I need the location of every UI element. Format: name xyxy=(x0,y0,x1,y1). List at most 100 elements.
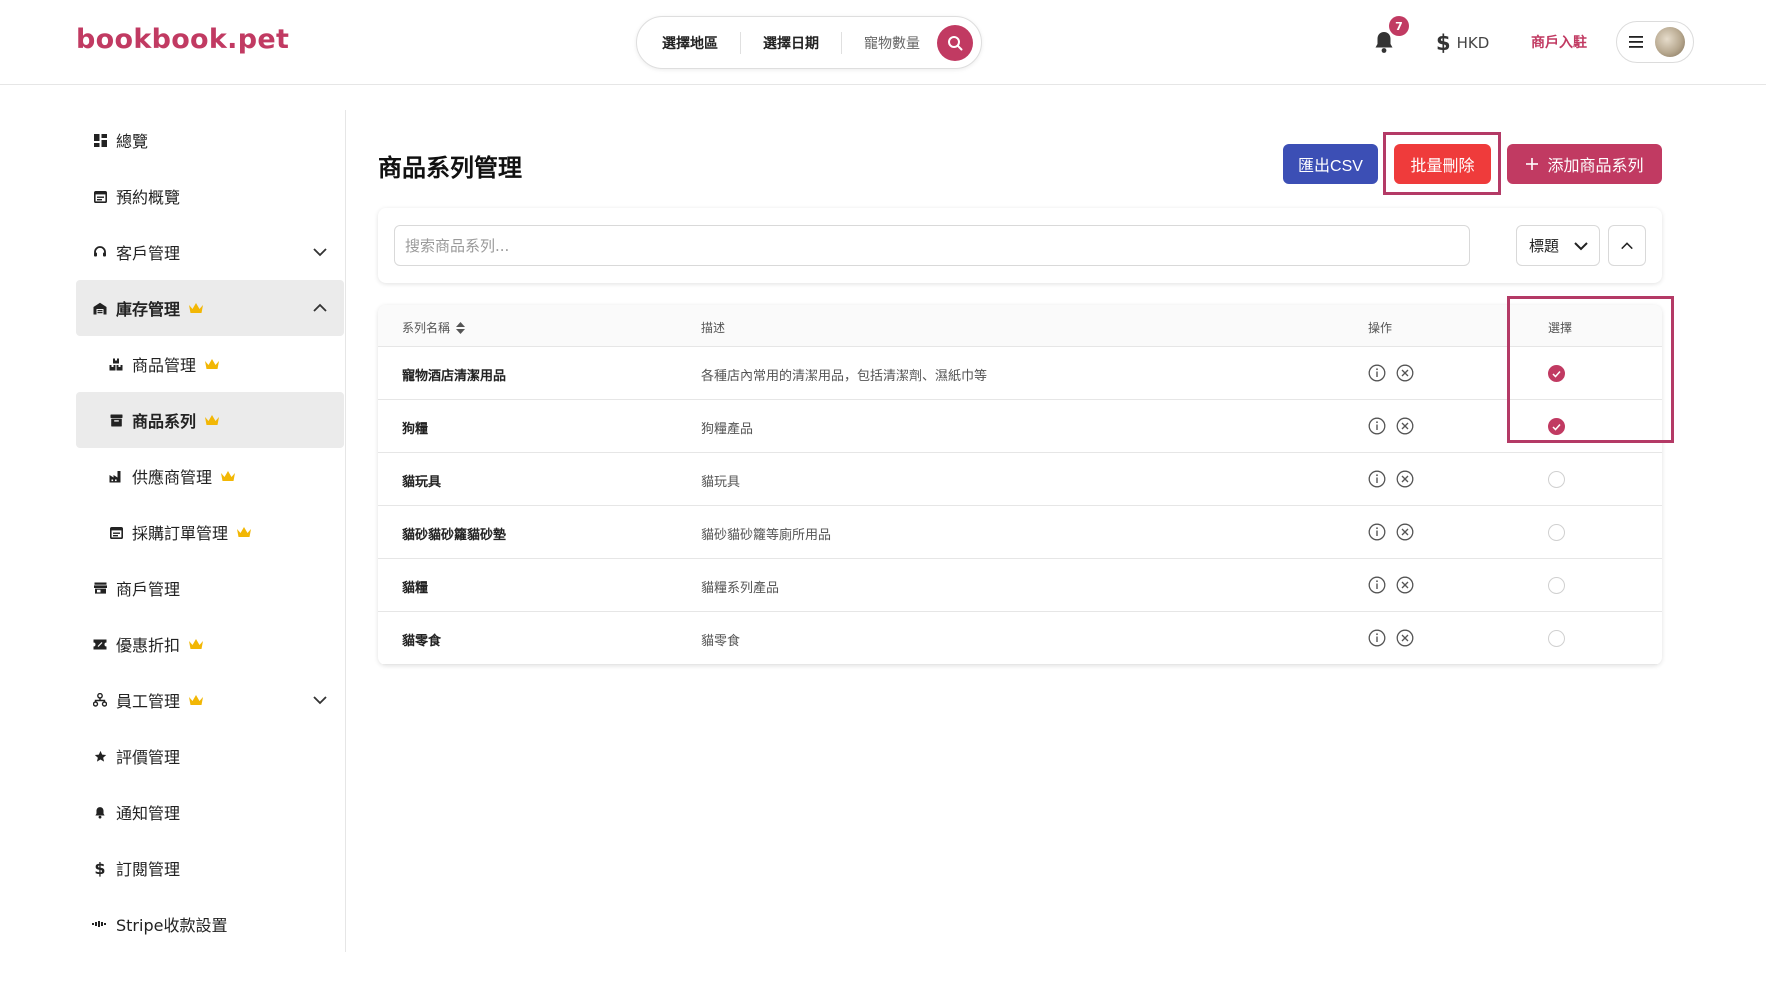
add-series-label: 添加商品系列 xyxy=(1547,158,1644,175)
chevron-up-icon xyxy=(1621,241,1633,249)
merchant-signup-link[interactable]: 商戶入駐 xyxy=(1531,32,1587,52)
series-name: 貓砂貓砂籮貓砂墊 xyxy=(402,528,507,543)
delete-icon[interactable] xyxy=(1396,576,1414,594)
filter-panel: 標題 xyxy=(378,208,1662,283)
sidebar-item-bookings[interactable]: 預約概覽 xyxy=(76,168,344,224)
sidebar-item-customers[interactable]: 客戶管理 xyxy=(76,224,344,280)
series-description: 貓砂貓砂籮等廁所用品 xyxy=(701,528,832,543)
sidebar: 總覽 預約概覽 客戶管理 庫存管理 商品管理 商品系列 供應商管理 採購訂單管理 xyxy=(76,112,344,952)
warehouse-icon xyxy=(92,300,108,316)
info-icon[interactable] xyxy=(1368,417,1386,435)
sidebar-item-subscriptions[interactable]: $ 訂閱管理 xyxy=(76,840,344,896)
row-select-checkbox[interactable] xyxy=(1548,577,1565,594)
sidebar-item-merchant[interactable]: 商戶管理 xyxy=(76,560,344,616)
column-header-actions: 操作 xyxy=(1368,321,1393,335)
row-select-checkbox[interactable] xyxy=(1548,524,1565,541)
series-description: 各種店內常用的清潔用品，包括清潔劑、濕紙巾等 xyxy=(701,369,988,384)
table-row: 貓零食 貓零食 xyxy=(378,612,1662,665)
sidebar-item-inventory[interactable]: 庫存管理 xyxy=(76,280,344,336)
chevron-down-icon xyxy=(1574,242,1588,251)
store-icon xyxy=(92,580,108,596)
delete-icon[interactable] xyxy=(1396,629,1414,647)
series-name: 貓糧 xyxy=(402,581,429,596)
chevron-up-icon[interactable] xyxy=(312,300,328,316)
org-chart-icon xyxy=(92,692,108,708)
row-actions xyxy=(1368,629,1414,647)
info-icon[interactable] xyxy=(1368,523,1386,541)
info-icon[interactable] xyxy=(1368,576,1386,594)
user-menu[interactable] xyxy=(1616,21,1694,63)
sidebar-item-discounts[interactable]: 優惠折扣 xyxy=(76,616,344,672)
series-name: 貓零食 xyxy=(402,634,442,649)
sidebar-item-suppliers[interactable]: 供應商管理 xyxy=(76,448,344,504)
search-input[interactable] xyxy=(394,225,1470,266)
row-select-checkbox[interactable] xyxy=(1548,630,1565,647)
crown-icon xyxy=(237,527,252,537)
sidebar-item-staff[interactable]: 員工管理 xyxy=(76,672,344,728)
column-header-label: 系列名稱 xyxy=(402,321,451,335)
sidebar-item-label: 庫存管理 xyxy=(116,300,181,319)
sidebar-item-label: 商品系列 xyxy=(132,412,197,431)
highlight-box-delete xyxy=(1383,132,1501,195)
sidebar-item-overview[interactable]: 總覽 xyxy=(76,112,344,168)
sidebar-item-label: 商戶管理 xyxy=(116,580,181,599)
table-header: 系列名稱 描述 操作 選擇 xyxy=(378,305,1662,347)
row-select-checkbox[interactable] xyxy=(1548,471,1565,488)
delete-icon[interactable] xyxy=(1396,364,1414,382)
series-name: 狗糧 xyxy=(402,422,429,437)
sort-direction-button[interactable] xyxy=(1608,225,1646,266)
search-date[interactable]: 選擇日期 xyxy=(763,33,819,53)
star-icon xyxy=(92,748,108,764)
plus-icon xyxy=(1526,158,1539,170)
info-icon[interactable] xyxy=(1368,629,1386,647)
dollar-icon: $ xyxy=(94,858,106,878)
search-divider xyxy=(740,31,741,54)
sort-icon xyxy=(456,321,466,334)
table-row: 貓糧 貓糧系列產品 xyxy=(378,559,1662,612)
table-row: 貓砂貓砂籮貓砂墊 貓砂貓砂籮等廁所用品 xyxy=(378,506,1662,559)
sidebar-item-stripe[interactable]: Stripe收款設置 xyxy=(76,896,344,952)
series-table: 系列名稱 描述 操作 選擇 寵物酒店清潔用品 各種店內常用的清潔用品，包括清潔劑、… xyxy=(378,305,1662,665)
info-icon[interactable] xyxy=(1368,364,1386,382)
boxes-icon xyxy=(108,356,124,372)
currency-selector[interactable]: $ HKD xyxy=(1436,31,1489,55)
sidebar-item-label: 通知管理 xyxy=(116,804,181,823)
factory-icon xyxy=(108,468,124,484)
search-button[interactable] xyxy=(937,25,973,61)
currency-label: HKD xyxy=(1456,34,1490,52)
chevron-down-icon[interactable] xyxy=(312,244,328,260)
delete-icon[interactable] xyxy=(1396,523,1414,541)
crown-icon xyxy=(189,303,204,313)
chevron-down-icon[interactable] xyxy=(312,692,328,708)
search-bar[interactable]: 選擇地區 選擇日期 寵物數量 xyxy=(636,16,982,69)
sidebar-item-label: 評價管理 xyxy=(116,748,181,767)
sidebar-item-products[interactable]: 商品管理 xyxy=(76,336,344,392)
logo[interactable]: bookbook.pet xyxy=(76,24,289,55)
calendar-icon xyxy=(92,188,108,204)
sidebar-item-notifications[interactable]: 通知管理 xyxy=(76,784,344,840)
add-series-button[interactable]: 添加商品系列 xyxy=(1507,144,1662,184)
export-csv-button[interactable]: 匯出CSV xyxy=(1283,144,1378,184)
delete-icon[interactable] xyxy=(1396,470,1414,488)
calendar-icon xyxy=(108,524,124,540)
search-region[interactable]: 選擇地區 xyxy=(662,33,718,53)
sidebar-item-label: 預約概覽 xyxy=(116,188,181,207)
series-description: 貓糧系列產品 xyxy=(701,581,780,596)
delete-icon[interactable] xyxy=(1396,417,1414,435)
stripe-icon xyxy=(92,916,108,932)
page-title: 商品系列管理 xyxy=(378,154,522,182)
sidebar-item-reviews[interactable]: 評價管理 xyxy=(76,728,344,784)
sidebar-item-label: 採購訂單管理 xyxy=(132,524,229,543)
sidebar-item-product-series[interactable]: 商品系列 xyxy=(76,392,344,448)
notification-badge: 7 xyxy=(1389,16,1409,36)
sidebar-item-purchase-orders[interactable]: 採購訂單管理 xyxy=(76,504,344,560)
search-pets[interactable]: 寵物數量 xyxy=(864,33,920,53)
menu-icon xyxy=(1629,36,1643,48)
column-header-description: 描述 xyxy=(701,321,726,335)
info-icon[interactable] xyxy=(1368,470,1386,488)
column-header-name[interactable]: 系列名稱 xyxy=(402,319,466,336)
crown-icon xyxy=(205,359,220,369)
sidebar-item-label: 供應商管理 xyxy=(132,468,213,487)
sidebar-divider xyxy=(345,110,346,952)
sort-field-select[interactable]: 標題 xyxy=(1516,225,1600,266)
